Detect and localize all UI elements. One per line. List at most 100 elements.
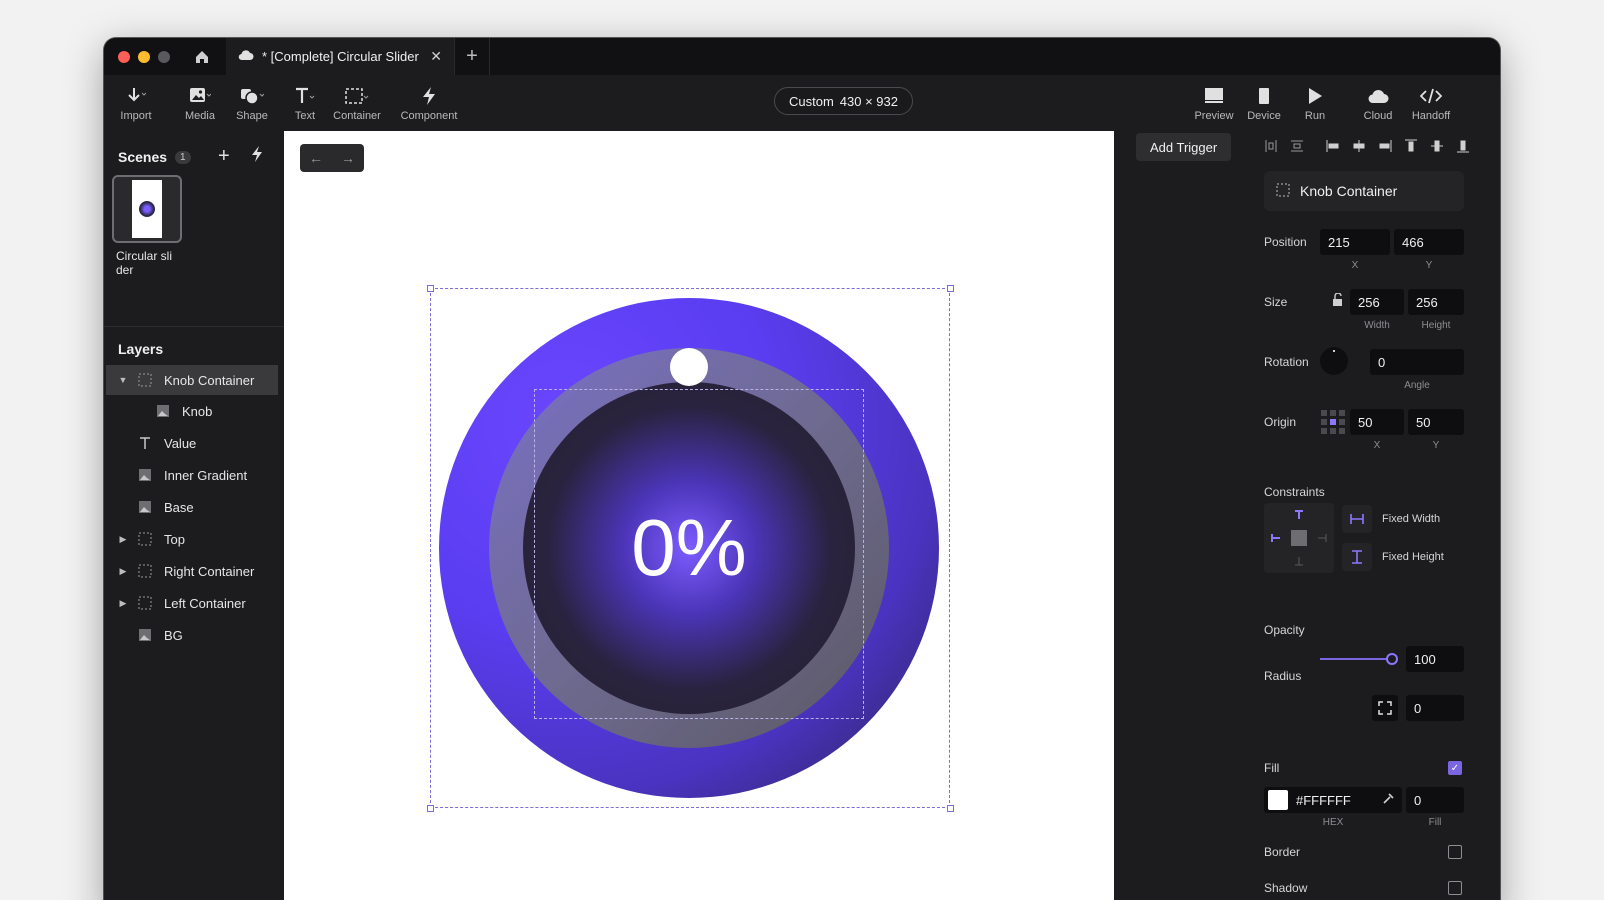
text-button[interactable]: Text	[288, 75, 322, 131]
cloud-button[interactable]: Cloud	[1360, 75, 1396, 131]
home-icon[interactable]	[192, 47, 212, 67]
component-label: Component	[400, 109, 458, 122]
fill-color-swatch[interactable]	[1268, 790, 1288, 810]
layer-value[interactable]: Value	[106, 428, 278, 458]
opacity-slider-track[interactable]	[1320, 658, 1392, 660]
preview-button[interactable]: Preview	[1192, 75, 1236, 131]
origin-y-field[interactable]: 50	[1408, 409, 1464, 435]
resize-handle[interactable]	[947, 285, 954, 292]
layer-name: Top	[164, 531, 185, 547]
position-x-field[interactable]: 215	[1320, 229, 1390, 255]
align-bottom-icon[interactable]	[1456, 137, 1470, 155]
expand-arrow-icon[interactable]: ▶	[116, 566, 130, 577]
width-field[interactable]: 256	[1350, 289, 1404, 315]
origin-grid-icon[interactable]	[1320, 409, 1346, 435]
align-center-vertical-icon[interactable]	[1430, 137, 1444, 155]
device-label-text: Device	[1247, 109, 1281, 122]
layer-knob[interactable]: Knob	[106, 396, 278, 426]
handoff-button[interactable]: Handoff	[1408, 75, 1454, 131]
expand-arrow-icon[interactable]: ▶	[116, 598, 130, 609]
media-button[interactable]: Media	[182, 75, 218, 131]
angle-field[interactable]: 0	[1370, 349, 1464, 375]
angle-sublabel: Angle	[1404, 380, 1430, 391]
add-scene-icon[interactable]: +	[218, 145, 230, 168]
text-label: Text	[294, 109, 316, 122]
shadow-label: Shadow	[1264, 881, 1308, 895]
layer-name: Base	[164, 499, 194, 515]
add-trigger-button[interactable]: Add Trigger	[1136, 133, 1232, 161]
device-button[interactable]: Device	[1246, 75, 1282, 131]
aspect-lock-icon[interactable]	[1332, 292, 1344, 312]
new-tab-button[interactable]: +	[454, 38, 490, 75]
container-icon	[136, 532, 154, 546]
fill-opacity-field[interactable]: 0	[1406, 787, 1464, 813]
align-left-icon[interactable]	[1326, 137, 1340, 155]
import-button[interactable]: Import	[116, 75, 156, 131]
shadow-checkbox[interactable]	[1448, 881, 1462, 895]
opacity-field[interactable]: 100	[1406, 646, 1464, 672]
origin-x-field[interactable]: 50	[1350, 409, 1404, 435]
container-button[interactable]: Container	[332, 75, 382, 131]
close-window-button[interactable]	[118, 50, 130, 63]
layer-right-container[interactable]: ▶ Right Container	[106, 556, 278, 586]
forward-arrow-icon[interactable]: →	[341, 150, 355, 166]
expand-arrow-icon[interactable]: ▶	[116, 534, 130, 545]
import-icon	[126, 85, 146, 107]
align-top-icon[interactable]	[1404, 137, 1418, 155]
layer-knob-container[interactable]: ▼ Knob Container	[106, 365, 278, 395]
position-y-field[interactable]: 466	[1394, 229, 1464, 255]
align-center-horizontal-icon[interactable]	[1352, 137, 1366, 155]
opacity-slider-thumb[interactable]	[1386, 653, 1398, 665]
scene-name[interactable]: Circular sli der	[116, 249, 186, 277]
distribute-vertical-icon[interactable]	[1290, 137, 1304, 155]
scene-trigger-icon[interactable]	[250, 145, 264, 168]
fixed-height-icon[interactable]	[1342, 543, 1372, 571]
fill-hex-field[interactable]: #FFFFFF	[1264, 787, 1402, 813]
document-tab[interactable]: * [Complete] Circular Slider ✕	[226, 38, 454, 75]
fixed-width-icon[interactable]	[1342, 505, 1372, 533]
shape-button[interactable]: Shape	[234, 75, 270, 131]
scene-thumbnail[interactable]	[112, 175, 182, 243]
resize-handle[interactable]	[427, 285, 434, 292]
run-button[interactable]: Run	[1300, 75, 1330, 131]
shape-label: Shape	[236, 109, 268, 122]
fill-label: Fill	[1264, 761, 1280, 775]
height-field[interactable]: 256	[1408, 289, 1464, 315]
fixed-height-label: Fixed Height	[1382, 551, 1444, 563]
scenes-title: Scenes	[118, 149, 168, 165]
distribute-horizontal-icon[interactable]	[1264, 137, 1278, 155]
constraints-widget[interactable]	[1264, 503, 1334, 573]
resize-handle[interactable]	[947, 805, 954, 812]
layer-left-container[interactable]: ▶ Left Container	[106, 588, 278, 618]
fill-sublabel: Fill	[1428, 817, 1442, 828]
code-icon	[1420, 85, 1442, 107]
layer-inner-gradient[interactable]: Inner Gradient	[106, 460, 278, 490]
radius-corners-icon[interactable]	[1372, 695, 1398, 721]
scenes-header: Scenes 1	[118, 149, 191, 165]
position-y-sublabel: Y	[1425, 260, 1433, 271]
rotation-dial[interactable]	[1320, 347, 1348, 375]
radius-field[interactable]: 0	[1406, 695, 1464, 721]
layer-name: Value	[164, 435, 197, 451]
alignment-toolbar	[1264, 137, 1470, 155]
minimize-window-button[interactable]	[138, 50, 150, 63]
back-arrow-icon[interactable]: ←	[309, 150, 323, 166]
opacity-label: Opacity	[1264, 623, 1305, 637]
collapse-arrow-icon[interactable]: ▼	[116, 375, 130, 385]
resize-handle[interactable]	[427, 805, 434, 812]
layer-top[interactable]: ▶ Top	[106, 524, 278, 554]
component-button[interactable]: Component	[398, 75, 460, 131]
window-controls	[118, 50, 170, 63]
fill-checkbox[interactable]: ✓	[1448, 761, 1462, 775]
layer-bg[interactable]: BG	[106, 620, 278, 650]
zoom-window-button[interactable]	[158, 50, 170, 63]
layer-base[interactable]: Base	[106, 492, 278, 522]
border-checkbox[interactable]	[1448, 845, 1462, 859]
align-right-icon[interactable]	[1378, 137, 1392, 155]
eyedropper-icon[interactable]	[1382, 792, 1394, 808]
rotation-label: Rotation	[1264, 355, 1309, 369]
cloud-label: Cloud	[1363, 109, 1393, 122]
close-tab-icon[interactable]: ✕	[430, 48, 442, 65]
run-icon	[1307, 85, 1323, 107]
device-size-selector[interactable]: Custom 430 × 932	[774, 87, 913, 115]
